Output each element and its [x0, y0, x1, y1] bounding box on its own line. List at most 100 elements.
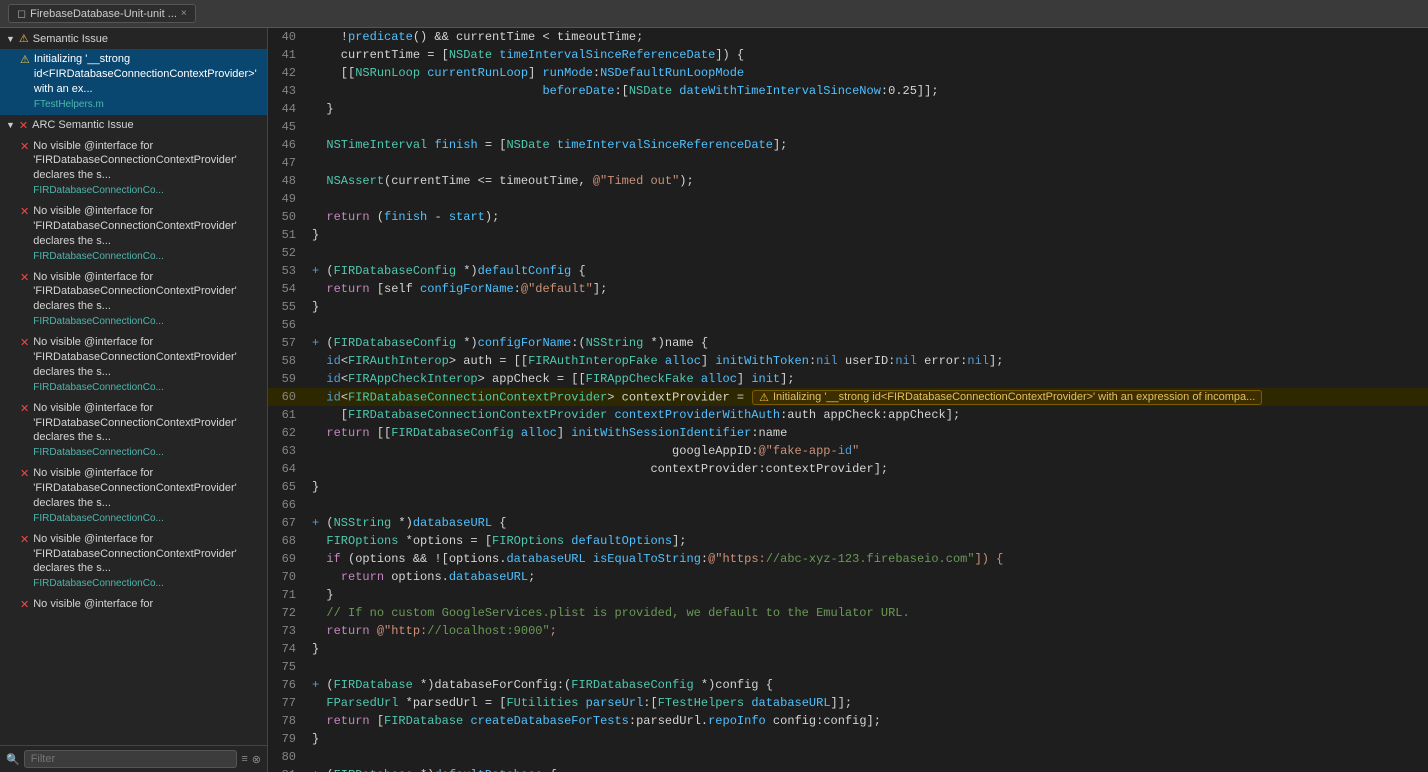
line-content: + (FIRDatabaseConfig *)defaultConfig { — [308, 262, 1428, 280]
code-line: 41 currentTime = [NSDate timeIntervalSin… — [268, 46, 1428, 64]
error-tree-item[interactable]: ✕ No visible @interface for — [0, 594, 267, 616]
error-tree-item[interactable]: ✕ No visible @interface for 'FIRDatabase… — [0, 398, 267, 464]
line-content — [308, 154, 1428, 172]
line-content — [308, 244, 1428, 262]
error-item-icon: ✕ — [20, 271, 29, 286]
line-number: 66 — [268, 496, 308, 514]
error-item-file: FIRDatabaseConnectionCo... — [33, 381, 261, 395]
search-bar: 🔍 ≡ ⊗ — [0, 745, 267, 772]
line-number: 68 — [268, 532, 308, 550]
code-line: 49 — [268, 190, 1428, 208]
code-line: 50 return (finish - start); — [268, 208, 1428, 226]
code-line: 66 — [268, 496, 1428, 514]
line-number: 45 — [268, 118, 308, 136]
line-content: id<FIRAuthInterop> auth = [[FIRAuthInter… — [308, 352, 1428, 370]
line-number: 79 — [268, 730, 308, 748]
warning-tree-item[interactable]: ⚠ Initializing '__strong id<FIRDatabaseC… — [0, 49, 267, 115]
code-line: 44 } — [268, 100, 1428, 118]
error-item-content: No visible @interface for 'FIRDatabaseCo… — [33, 139, 261, 199]
error-item-content: No visible @interface for — [33, 597, 261, 612]
line-number: 67 — [268, 514, 308, 532]
tab-close-button[interactable]: × — [181, 8, 187, 19]
error-item-file: FIRDatabaseConnectionCo... — [33, 446, 261, 460]
line-content: FParsedUrl *parsedUrl = [FUtilities pars… — [308, 694, 1428, 712]
code-line: 42 [[NSRunLoop currentRunLoop] runMode:N… — [268, 64, 1428, 82]
line-content: return [[FIRDatabaseConfig alloc] initWi… — [308, 424, 1428, 442]
error-item-text: No visible @interface for 'FIRDatabaseCo… — [33, 270, 261, 315]
line-number: 61 — [268, 406, 308, 424]
line-content: NSTimeInterval finish = [NSDate timeInte… — [308, 136, 1428, 154]
line-content: return [FIRDatabase createDatabaseForTes… — [308, 712, 1428, 730]
code-line: 56 — [268, 316, 1428, 334]
line-content: FIROptions *options = [FIROptions defaul… — [308, 532, 1428, 550]
line-number: 52 — [268, 244, 308, 262]
line-number: 53 — [268, 262, 308, 280]
line-number: 44 — [268, 100, 308, 118]
code-line: 64 contextProvider:contextProvider]; — [268, 460, 1428, 478]
line-content: [[NSRunLoop currentRunLoop] runMode:NSDe… — [308, 64, 1428, 82]
line-number: 77 — [268, 694, 308, 712]
code-line: 52 — [268, 244, 1428, 262]
line-number: 43 — [268, 82, 308, 100]
code-area[interactable]: 40 !predicate() && currentTime < timeout… — [268, 28, 1428, 772]
line-number: 62 — [268, 424, 308, 442]
error-tree-item[interactable]: ✕ No visible @interface for 'FIRDatabase… — [0, 267, 267, 333]
code-line: 45 — [268, 118, 1428, 136]
code-line: 54 return [self configForName:@"default"… — [268, 280, 1428, 298]
line-content: [FIRDatabaseConnectionContextProvider co… — [308, 406, 1428, 424]
code-line: 53+ (FIRDatabaseConfig *)defaultConfig { — [268, 262, 1428, 280]
error-tree-item[interactable]: ✕ No visible @interface for 'FIRDatabase… — [0, 332, 267, 398]
search-icon: 🔍 — [6, 753, 20, 766]
warning-item-icon: ⚠ — [20, 53, 30, 68]
line-number: 59 — [268, 370, 308, 388]
error-tree-item[interactable]: ✕ No visible @interface for 'FIRDatabase… — [0, 529, 267, 595]
error-tree-item[interactable]: ✕ No visible @interface for 'FIRDatabase… — [0, 201, 267, 267]
line-number: 41 — [268, 46, 308, 64]
line-number: 55 — [268, 298, 308, 316]
error-item-content: No visible @interface for 'FIRDatabaseCo… — [33, 270, 261, 330]
line-number: 65 — [268, 478, 308, 496]
line-number: 80 — [268, 748, 308, 766]
error-item-text: No visible @interface for — [33, 597, 261, 612]
code-line: 57+ (FIRDatabaseConfig *)configForName:(… — [268, 334, 1428, 352]
error-item-file: FIRDatabaseConnectionCo... — [33, 577, 261, 591]
tab-item[interactable]: ◻ FirebaseDatabase-Unit-unit ... × — [8, 4, 196, 23]
line-content: if (options && ![options.databaseURL isE… — [308, 550, 1428, 568]
line-content: NSAssert(currentTime <= timeoutTime, @"T… — [308, 172, 1428, 190]
semantic-issue-header[interactable]: ▼ ⚠ Semantic Issue — [0, 28, 267, 49]
arc-section-header[interactable]: ▼ ✕ ARC Semantic Issue — [0, 115, 267, 136]
line-content: id<FIRAppCheckInterop> appCheck = [[FIRA… — [308, 370, 1428, 388]
line-number: 46 — [268, 136, 308, 154]
sidebar-content: ▼ ⚠ Semantic Issue ⚠ Initializing '__str… — [0, 28, 267, 745]
line-number: 57 — [268, 334, 308, 352]
code-line: 47 — [268, 154, 1428, 172]
line-number: 51 — [268, 226, 308, 244]
filter-options-icon[interactable]: ≡ — [241, 753, 247, 765]
line-number: 58 — [268, 352, 308, 370]
error-tree-item[interactable]: ✕ No visible @interface for 'FIRDatabase… — [0, 463, 267, 529]
line-content — [308, 316, 1428, 334]
error-item-text: No visible @interface for 'FIRDatabaseCo… — [33, 466, 261, 511]
code-line: 48 NSAssert(currentTime <= timeoutTime, … — [268, 172, 1428, 190]
filter-clear-icon[interactable]: ⊗ — [252, 753, 261, 766]
line-content: // If no custom GoogleServices.plist is … — [308, 604, 1428, 622]
semantic-issue-label: Semantic Issue — [33, 33, 108, 45]
code-line: 40 !predicate() && currentTime < timeout… — [268, 28, 1428, 46]
code-line: 58 id<FIRAuthInterop> auth = [[FIRAuthIn… — [268, 352, 1428, 370]
warning-icon: ⚠ — [19, 32, 29, 45]
error-item-icon: ✕ — [20, 598, 29, 613]
code-line: 65} — [268, 478, 1428, 496]
line-content: + (FIRDatabase *)defaultDatabase { — [308, 766, 1428, 772]
line-content: } — [308, 640, 1428, 658]
line-content — [308, 190, 1428, 208]
code-line: 61 [FIRDatabaseConnectionContextProvider… — [268, 406, 1428, 424]
code-table: 40 !predicate() && currentTime < timeout… — [268, 28, 1428, 772]
line-number: 78 — [268, 712, 308, 730]
code-line: 69 if (options && ![options.databaseURL … — [268, 550, 1428, 568]
line-content: + (FIRDatabaseConfig *)configForName:(NS… — [308, 334, 1428, 352]
line-content: googleAppID:@"fake-app-id" — [308, 442, 1428, 460]
arc-chevron-icon: ▼ — [6, 120, 15, 130]
line-number: 40 — [268, 28, 308, 46]
filter-input[interactable] — [24, 750, 238, 768]
error-tree-item[interactable]: ✕ No visible @interface for 'FIRDatabase… — [0, 136, 267, 202]
